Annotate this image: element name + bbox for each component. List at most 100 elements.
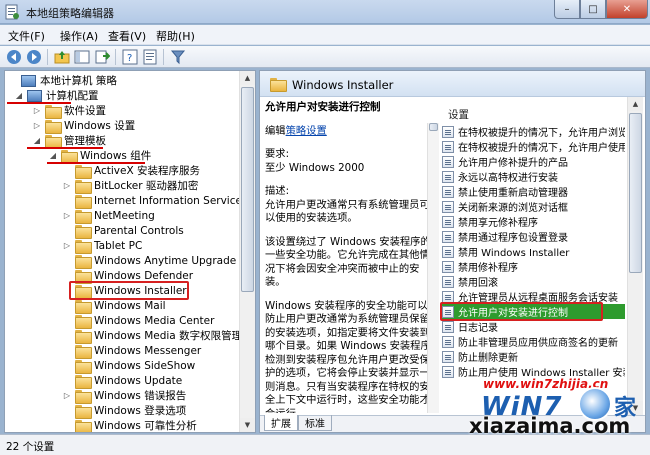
menu-help[interactable]: 帮助(H)	[156, 28, 195, 44]
toolbar-separator	[163, 49, 164, 65]
expand-arrow-icon[interactable]: ▷	[33, 106, 41, 115]
tree-node-iis[interactable]: Internet Information Services	[75, 193, 248, 209]
tree-node-bitlocker[interactable]: ▷ BitLocker 驱动器加密	[63, 178, 198, 194]
setting-row[interactable]: 禁用 Windows Installer	[442, 244, 625, 259]
expand-arrow-icon[interactable]: ▷	[63, 241, 71, 250]
tree-node-netmeeting[interactable]: ▷ NetMeeting	[63, 208, 155, 224]
policy-setting-icon	[442, 275, 454, 288]
setting-row[interactable]: 禁止使用重新启动管理器	[442, 184, 625, 199]
collapse-arrow-icon[interactable]: ◢	[33, 136, 41, 145]
policy-setting-icon	[442, 200, 454, 213]
setting-row[interactable]: 日志记录	[442, 319, 625, 334]
collapse-arrow-icon[interactable]: ◢	[49, 151, 57, 160]
tree-node-messenger[interactable]: Windows Messenger	[75, 343, 202, 359]
requirements: 要求: 至少 Windows 2000	[265, 148, 437, 175]
setting-row[interactable]: 防止非管理员应用供应商签名的更新	[442, 334, 625, 349]
expand-arrow-icon[interactable]: ▷	[63, 181, 71, 190]
tree-node-windows-components[interactable]: ◢ Windows 组件	[49, 148, 151, 164]
tree-node-label: Parental Controls	[94, 224, 184, 237]
tree-node-windows-mail[interactable]: Windows Mail	[75, 298, 166, 314]
collapse-arrow-icon[interactable]: ◢	[15, 91, 23, 100]
expand-arrow-icon[interactable]: ▷	[33, 121, 41, 130]
setting-row[interactable]: 关闭新来源的浏览对话框	[442, 199, 625, 214]
tree-node-media-drm[interactable]: Windows Media 数字权限管理	[75, 328, 242, 344]
folder-icon	[75, 224, 92, 239]
folder-icon	[75, 164, 92, 179]
close-button[interactable]: ✕	[606, 0, 648, 19]
menu-action[interactable]: 操作(A)	[60, 28, 98, 44]
window-controls: – □ ✕	[554, 0, 648, 19]
tree-node-media-center[interactable]: Windows Media Center	[75, 313, 214, 329]
scroll-thumb[interactable]	[429, 123, 438, 131]
tree-scrollbar[interactable]: ▲ ▼	[239, 71, 255, 432]
tree-node-windows-update[interactable]: Windows Update	[75, 373, 182, 389]
setting-row[interactable]: 禁用修补程序	[442, 259, 625, 274]
setting-label: 关闭新来源的浏览对话框	[458, 203, 568, 214]
expand-arrow-icon[interactable]: ▷	[63, 211, 71, 220]
setting-row[interactable]: 禁用享元修补程序	[442, 214, 625, 229]
tab-extended[interactable]: 扩展	[264, 415, 298, 431]
scroll-down-arrow-icon[interactable]: ▼	[240, 418, 255, 432]
up-folder-icon[interactable]	[54, 49, 70, 65]
policy-setting-icon	[442, 185, 454, 198]
minimize-button[interactable]: –	[554, 0, 580, 19]
policy-editor-app-icon	[5, 4, 19, 20]
menu-view[interactable]: 查看(V)	[108, 28, 146, 44]
tree-node-tablet-pc[interactable]: ▷ Tablet PC	[63, 238, 142, 254]
red-box-windows-installer	[69, 281, 189, 300]
tree-node-label: Windows Messenger	[94, 344, 202, 357]
toolbar-separator	[115, 49, 116, 65]
tree-node-windows-settings[interactable]: ▷ Windows 设置	[33, 118, 135, 134]
tree-node-admin-templates[interactable]: ◢ 管理模板	[33, 133, 106, 149]
setting-row[interactable]: 永远以高特权进行安装	[442, 169, 625, 184]
setting-label: 在特权被提升的情况下，允许用户浏览	[458, 128, 625, 139]
scroll-up-arrow-icon[interactable]: ▲	[628, 97, 643, 111]
computer-icon	[27, 89, 42, 102]
menu-bar: 文件(F) 操作(A) 查看(V) 帮助(H)	[0, 25, 650, 45]
detail-header-title: Windows Installer	[292, 78, 394, 92]
expand-arrow-icon[interactable]: ▷	[63, 391, 71, 400]
setting-label: 禁用享元修补程序	[458, 218, 538, 229]
forward-arrow-icon[interactable]	[26, 49, 42, 65]
tree-node-anytime-upgrade[interactable]: Windows Anytime Upgrade	[75, 253, 236, 269]
scroll-up-arrow-icon[interactable]: ▲	[240, 71, 255, 85]
show-tree-icon[interactable]	[74, 49, 90, 65]
tree-node-local-policy[interactable]: 本地计算机 策略	[9, 73, 117, 88]
tree-node-software-settings[interactable]: ▷ 软件设置	[33, 103, 106, 119]
tree-node-sideshow[interactable]: Windows SideShow	[75, 358, 195, 374]
setting-row[interactable]: 禁用通过程序包设置登录	[442, 229, 625, 244]
tree-node-logon-options[interactable]: Windows 登录选项	[75, 403, 186, 419]
setting-row[interactable]: 在特权被提升的情况下，允许用户使用	[442, 139, 625, 154]
tab-standard[interactable]: 标准	[298, 415, 332, 431]
setting-row[interactable]: 在特权被提升的情况下，允许用户浏览	[442, 124, 625, 139]
tree-node-activex[interactable]: ActiveX 安装程序服务	[75, 163, 200, 179]
menu-file[interactable]: 文件(F)	[8, 28, 45, 44]
tree-node-label: Internet Information Services	[94, 194, 248, 207]
settings-scrollbar[interactable]: ▲ ▼	[627, 97, 643, 415]
setting-row[interactable]: 防止删除更新	[442, 349, 625, 364]
edit-line: 编辑策略设置	[265, 125, 437, 139]
description-scrollbar[interactable]	[427, 123, 439, 413]
edit-policy-link[interactable]: 策略设置	[286, 125, 327, 137]
maximize-button[interactable]: □	[580, 0, 606, 19]
folder-open-icon	[61, 149, 78, 164]
setting-row[interactable]: 允许用户修补提升的产品	[442, 154, 625, 169]
policy-setting-icon	[442, 350, 454, 363]
tree-node-parental-controls[interactable]: Parental Controls	[75, 223, 184, 239]
tree-expander[interactable]	[9, 77, 17, 85]
scroll-thumb[interactable]	[241, 87, 254, 292]
back-arrow-icon[interactable]	[6, 49, 22, 65]
folder-icon	[75, 269, 92, 284]
filter-icon[interactable]	[170, 49, 186, 65]
policy-setting-icon	[442, 245, 454, 258]
help-icon[interactable]: ?	[122, 49, 138, 65]
properties-icon[interactable]	[142, 49, 158, 65]
tree-node-reliability[interactable]: Windows 可靠性分析	[75, 418, 197, 432]
setting-row[interactable]: 禁用回滚	[442, 274, 625, 289]
folder-icon	[75, 329, 92, 344]
export-icon[interactable]	[94, 49, 110, 65]
settings-column-header[interactable]: 设置	[448, 107, 469, 122]
tree-node-error-reporting[interactable]: ▷ Windows 错误报告	[63, 388, 186, 404]
scroll-thumb[interactable]	[629, 113, 642, 273]
tree-node-computer-config[interactable]: ◢ 计算机配置	[15, 88, 99, 103]
